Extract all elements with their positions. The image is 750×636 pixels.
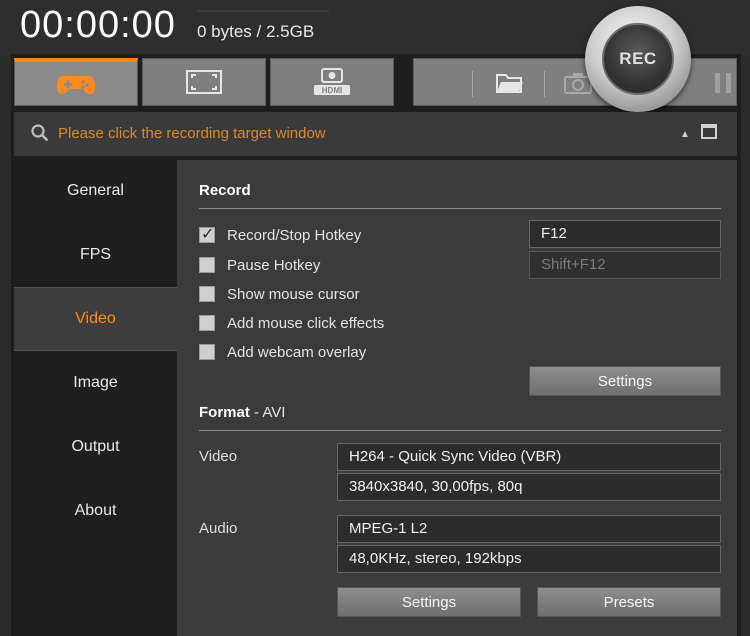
webcam-overlay-option[interactable]: Add webcam overlay [199,342,366,362]
divider [199,208,721,209]
tab-screen[interactable] [142,58,266,106]
option-label: Record/Stop Hotkey [227,226,362,244]
checkmark-icon: ✓ [201,226,215,243]
sidebar-item-video[interactable]: Video [14,287,177,351]
svg-text:HDMI: HDMI [322,86,342,95]
file-size-text: 0 bytes / 2.5GB [197,22,315,41]
tab-hdmi[interactable]: HDMI [270,58,394,106]
sidebar-item-general[interactable]: General [14,160,177,222]
file-size-display: 0 bytes / 2.5GB [197,10,329,42]
audio-codec-field[interactable]: MPEG-1 L2 [337,515,721,543]
video-codec-field[interactable]: H264 - Quick Sync Video (VBR) [337,443,721,471]
sidebar-item-label: About [74,502,117,519]
video-label: Video [199,448,238,465]
presets-button[interactable]: Presets [537,587,721,617]
video-params-field[interactable]: 3840x3840, 30,00fps, 80q [337,473,721,501]
sidebar-item-label: Video [75,310,116,327]
pause-hotkey-option[interactable]: Pause Hotkey [199,255,320,275]
divider [199,430,721,431]
separator [472,71,473,97]
window-icon[interactable] [701,124,717,139]
pause-hotkey-field[interactable]: Shift+F12 [529,251,721,279]
sidebar-item-image[interactable]: Image [14,352,177,414]
record-button[interactable]: REC [585,6,691,112]
sidebar-item-label: Output [71,438,120,455]
show-mouse-cursor-option[interactable]: Show mouse cursor [199,284,360,304]
sidebar-item-fps[interactable]: FPS [14,224,177,286]
collapse-icon[interactable]: ▲ [680,129,690,140]
show-mouse-cursor-checkbox[interactable] [199,286,215,302]
target-window-prompt: Please click the recording target window [58,125,326,142]
record-hotkey-field[interactable]: F12 [529,220,721,248]
option-label: Pause Hotkey [227,256,321,274]
video-settings-panel: Record ✓ Record/Stop Hotkey Pause Hotkey… [177,160,737,636]
audio-params-field[interactable]: 48,0KHz, stereo, 192kbps [337,545,721,573]
record-stop-hotkey-checkbox[interactable]: ✓ [199,226,215,243]
target-window-bar[interactable]: Please click the recording target window… [14,112,737,157]
pause-hotkey-checkbox[interactable] [199,257,215,273]
button-label: Settings [597,372,653,390]
format-title: Format [199,404,250,421]
hdmi-icon: HDMI [314,68,350,95]
tab-game[interactable] [14,58,138,106]
option-label: Add webcam overlay [227,343,367,361]
mouse-click-effects-checkbox[interactable] [199,315,215,331]
gamepad-icon [56,75,96,94]
button-label: Settings [401,593,457,611]
sidebar-item-about[interactable]: About [14,480,177,542]
option-label: Add mouse click effects [227,314,385,332]
mouse-click-effects-option[interactable]: Add mouse click effects [199,313,384,333]
audio-label: Audio [199,520,238,537]
recording-timer: 00:00:00 [20,4,176,46]
sidebar-item-label: General [67,182,124,199]
option-label: Show mouse cursor [227,285,360,303]
record-section-title: Record [199,182,251,199]
sidebar-item-output[interactable]: Output [14,416,177,478]
screen-icon [186,70,222,94]
settings-sidebar: General FPS Video Image Output About [14,160,177,636]
format-settings-button[interactable]: Settings [337,587,521,617]
webcam-overlay-checkbox[interactable] [199,344,215,360]
search-icon [31,124,49,142]
record-button-label: REC [602,23,674,95]
record-stop-hotkey-option[interactable]: ✓ Record/Stop Hotkey [199,225,361,245]
pause-icon[interactable] [714,72,732,94]
sidebar-item-label: Image [73,374,118,391]
record-settings-button[interactable]: Settings [529,366,721,396]
folder-icon[interactable] [496,72,524,94]
sidebar-item-label: FPS [79,246,112,263]
format-container: - AVI [254,404,286,421]
format-section-title: Format - AVI [199,404,285,421]
separator [544,71,545,97]
button-label: Presets [603,593,655,611]
